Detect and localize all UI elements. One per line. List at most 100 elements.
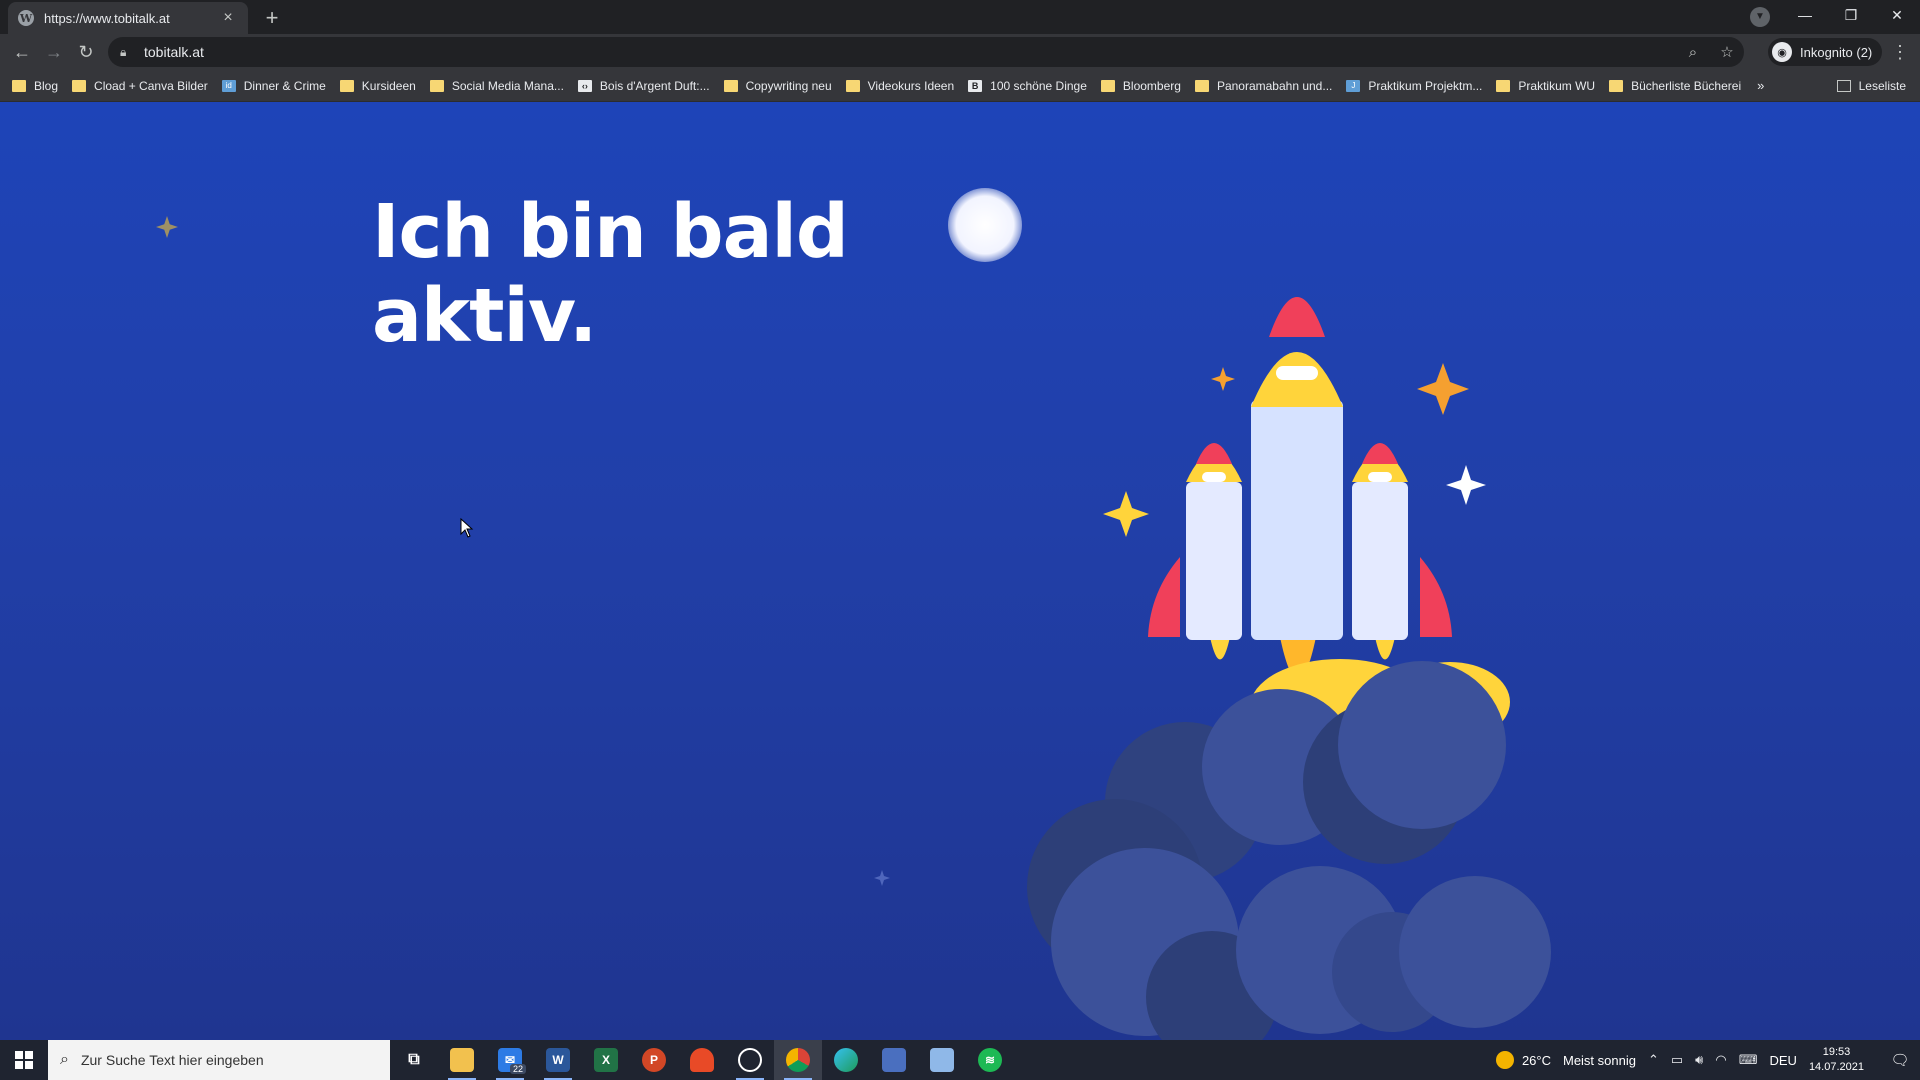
forward-icon[interactable]: →	[40, 38, 68, 66]
app-button[interactable]	[870, 1040, 918, 1080]
bookmarks-bar: Blog Cload + Canva Bilder id Dinner & Cri…	[0, 70, 1920, 102]
site-favicon-icon: J	[1346, 79, 1361, 92]
weather-temp[interactable]: 26°C	[1522, 1053, 1551, 1068]
start-button[interactable]	[0, 1040, 48, 1080]
weather-sun-icon[interactable]	[1495, 1051, 1514, 1069]
bookmark-item[interactable]: Panoramabahn und...	[1194, 79, 1332, 93]
folder-icon	[72, 79, 87, 92]
weather-text[interactable]: Meist sonnig	[1563, 1053, 1636, 1068]
browser-menu-icon[interactable]: ⋮	[1886, 38, 1914, 66]
excel-icon: X	[594, 1048, 618, 1072]
bookmark-item[interactable]: J Praktikum Projektm...	[1346, 79, 1482, 93]
app-icon	[882, 1048, 906, 1072]
spotify-icon: ≋	[978, 1048, 1002, 1072]
close-tab-icon[interactable]: ×	[218, 9, 238, 27]
windows-taskbar: ⌕ Zur Suche Text hier eingeben ⧉ ✉ 22 W X…	[0, 1040, 1920, 1080]
folder-icon	[12, 79, 26, 92]
close-window-button[interactable]: ✕	[1874, 0, 1920, 30]
url-text[interactable]: tobitalk.at	[144, 44, 1676, 60]
bookmark-item[interactable]: Bloomberg	[1100, 79, 1181, 93]
lock-icon[interactable]: 🔒︎	[120, 45, 134, 60]
incognito-profile-button[interactable]: ◉ Inkognito (2)	[1768, 38, 1883, 66]
chrome-icon	[786, 1048, 810, 1072]
reading-list-button[interactable]: Leseliste	[1836, 79, 1906, 93]
notepad-button[interactable]	[918, 1040, 966, 1080]
mail-count-badge: 22	[509, 1064, 526, 1074]
bookmark-item[interactable]: Kursideen	[339, 79, 416, 93]
search-icon: ⌕	[60, 1051, 69, 1068]
browser-tab[interactable]: W https://www.tobitalk.at ×	[8, 2, 248, 34]
mail-button[interactable]: ✉ 22	[486, 1040, 534, 1080]
more-bookmarks-icon[interactable]: »	[1757, 78, 1764, 93]
bookmark-item[interactable]: Copywriting neu	[723, 79, 832, 93]
obs-icon	[738, 1048, 762, 1072]
volume-icon[interactable]: 🔊︎	[1695, 1052, 1703, 1068]
clock-date: 14.07.2021	[1808, 1061, 1864, 1073]
star-icon	[156, 216, 178, 238]
minimize-button[interactable]: —	[1782, 0, 1828, 30]
star-icon	[874, 870, 890, 886]
headline-line-1: Ich bin bald	[372, 189, 849, 275]
back-icon[interactable]: ←	[8, 38, 36, 66]
address-bar[interactable]: 🔒︎ tobitalk.at ⌕ ☆	[108, 37, 1744, 67]
folder-icon	[1496, 79, 1511, 92]
chrome-button[interactable]	[774, 1040, 822, 1080]
clock-time: 19:53	[1822, 1046, 1851, 1058]
wifi-icon[interactable]: ◠	[1715, 1052, 1726, 1068]
headline-line-2: aktiv.	[372, 273, 597, 359]
excel-button[interactable]: X	[582, 1040, 630, 1080]
folder-icon	[723, 79, 738, 92]
edge-button[interactable]	[822, 1040, 870, 1080]
bookmark-item[interactable]: Praktikum WU	[1496, 79, 1595, 93]
language-indicator[interactable]: DEU	[1769, 1053, 1796, 1068]
task-view-icon: ⧉	[408, 1051, 420, 1068]
windows-logo-icon	[15, 1051, 33, 1069]
bookmark-item[interactable]: Videokurs Ideen	[845, 79, 954, 93]
bookmark-item[interactable]: Social Media Mana...	[429, 79, 564, 93]
taskbar-search-box[interactable]: ⌕ Zur Suche Text hier eingeben	[48, 1040, 390, 1080]
folder-icon	[450, 1048, 474, 1072]
search-placeholder[interactable]: Zur Suche Text hier eingeben	[81, 1052, 264, 1068]
zoom-icon[interactable]: ⌕	[1676, 44, 1710, 61]
powerpoint-button[interactable]: P	[630, 1040, 678, 1080]
meet-now-icon[interactable]: ▭	[1671, 1052, 1683, 1068]
obs-button[interactable]	[726, 1040, 774, 1080]
notepad-icon	[930, 1048, 954, 1072]
powerpoint-icon: P	[642, 1048, 666, 1072]
bookmark-item[interactable]: ‹› Bois d'Argent Duft:...	[577, 79, 710, 93]
word-button[interactable]: W	[534, 1040, 582, 1080]
folder-icon	[429, 79, 444, 92]
mouse-cursor-icon	[460, 518, 474, 538]
reload-icon[interactable]: ↻	[72, 38, 100, 66]
rocket-illustration	[1027, 297, 1551, 1040]
bookmark-item[interactable]: id Dinner & Crime	[221, 79, 326, 93]
folder-icon	[339, 79, 354, 92]
notification-center-icon[interactable]: 🗨	[1880, 1051, 1920, 1069]
page-headline: Ich bin bald aktiv.	[372, 189, 849, 359]
file-explorer-button[interactable]	[438, 1040, 486, 1080]
tab-strip: W https://www.tobitalk.at × + ▼ — ❐ ✕	[0, 0, 1920, 34]
task-view-button[interactable]: ⧉	[390, 1040, 438, 1080]
folder-icon	[1194, 79, 1209, 92]
folder-icon	[1609, 79, 1624, 92]
restore-button[interactable]: ❐	[1828, 0, 1874, 30]
bookmark-item[interactable]: Cload + Canva Bilder	[72, 79, 208, 93]
spotify-button[interactable]: ≋	[966, 1040, 1014, 1080]
bookmark-item[interactable]: B 100 schöne Dinge	[968, 79, 1087, 93]
new-tab-button[interactable]: +	[258, 4, 286, 32]
app-icon	[690, 1048, 714, 1072]
wordpress-icon: W	[18, 10, 34, 26]
bookmark-item[interactable]: Blog	[12, 79, 58, 93]
site-favicon-icon: B	[968, 79, 983, 92]
clock[interactable]: 19:53 14.07.2021	[1809, 1045, 1864, 1075]
bookmark-item[interactable]: Bücherliste Bücherei	[1609, 79, 1741, 93]
tab-title: https://www.tobitalk.at	[44, 10, 170, 26]
app-button[interactable]	[678, 1040, 726, 1080]
tab-search-icon[interactable]: ▼	[1750, 7, 1770, 27]
bookmark-star-icon[interactable]: ☆	[1710, 43, 1744, 61]
chevron-up-icon[interactable]: ⌃	[1648, 1052, 1659, 1068]
browser-toolbar: ← → ↻ 🔒︎ tobitalk.at ⌕ ☆ ◉ Inkognito (2)…	[0, 34, 1920, 70]
keyboard-icon[interactable]: ⌨	[1739, 1052, 1758, 1068]
word-icon: W	[546, 1048, 570, 1072]
system-tray: 26°C Meist sonnig ⌃ ▭ 🔊︎ ◠ ⌨ DEU 19:53 1…	[1495, 1040, 1920, 1080]
